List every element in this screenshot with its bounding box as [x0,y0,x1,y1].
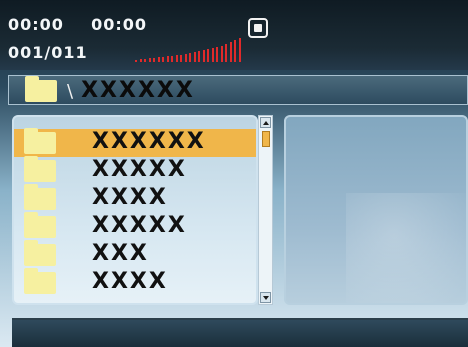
level-bar [189,53,191,62]
preview-pane [284,115,468,305]
stop-icon [254,24,262,32]
level-bar [162,57,164,62]
list-item[interactable]: XXXXXX [14,128,256,157]
audio-level-meter [135,38,245,62]
level-bar [238,38,241,62]
folder-icon [24,212,56,238]
folder-icon [25,76,57,102]
file-list-scrollbar[interactable] [258,115,273,305]
level-bar [157,57,160,62]
level-bar [166,56,169,62]
list-item-label: XXXXX [92,213,187,238]
path-bar: \ XXXXXX [8,75,468,105]
status-bar: 00:00 00:00 001/011 [0,0,468,70]
level-bar [180,55,182,62]
level-bar [144,59,146,62]
level-bar [148,58,151,62]
level-bar [193,52,196,62]
path-separator: \ [67,81,76,102]
folder-icon [24,156,56,182]
track-counter: 001/011 [8,43,88,62]
folder-icon [24,184,56,210]
time-total: 00:00 [91,15,148,34]
list-item[interactable]: XXXX [14,268,256,297]
list-item-label: XXX [92,241,149,266]
list-item-label: XXXX [92,269,168,294]
list-item[interactable]: XXXXX [14,156,256,185]
scroll-down-arrow-icon[interactable] [260,292,271,303]
level-bar [175,55,178,62]
stop-button[interactable] [248,18,268,38]
list-item-label: XXXXX [92,157,187,182]
list-item-label: XXXXXX [92,129,206,154]
list-item[interactable]: XXXXX [14,212,256,241]
level-bar [229,42,232,62]
list-item[interactable]: XXX [14,240,256,269]
folder-icon [24,268,56,294]
level-bar [216,47,218,62]
folder-icon [24,240,56,266]
bottom-bar [12,318,468,347]
folder-icon [24,128,56,154]
level-bar [135,60,137,62]
level-bar [171,56,173,62]
level-bar [184,54,187,62]
level-bar [225,44,227,62]
level-bar [234,40,236,62]
scrollbar-thumb[interactable] [262,131,270,147]
level-bar [211,48,214,62]
time-readout: 00:00 00:00 [8,15,147,34]
path-current: XXXXXX [81,78,195,103]
level-bar [202,50,205,62]
level-bar [139,59,142,62]
list-item-label: XXXX [92,185,168,210]
level-bar [207,49,209,62]
level-bar [198,51,200,62]
file-list: XXXXXX XXXXX XXXX XXXXX XXX XXXX [12,115,258,305]
path-text: \ XXXXXX [67,78,195,103]
level-bar [153,58,155,62]
level-bar [220,46,223,62]
list-item[interactable]: XXXX [14,184,256,213]
scroll-up-arrow-icon[interactable] [260,117,271,128]
time-elapsed: 00:00 [8,15,64,34]
